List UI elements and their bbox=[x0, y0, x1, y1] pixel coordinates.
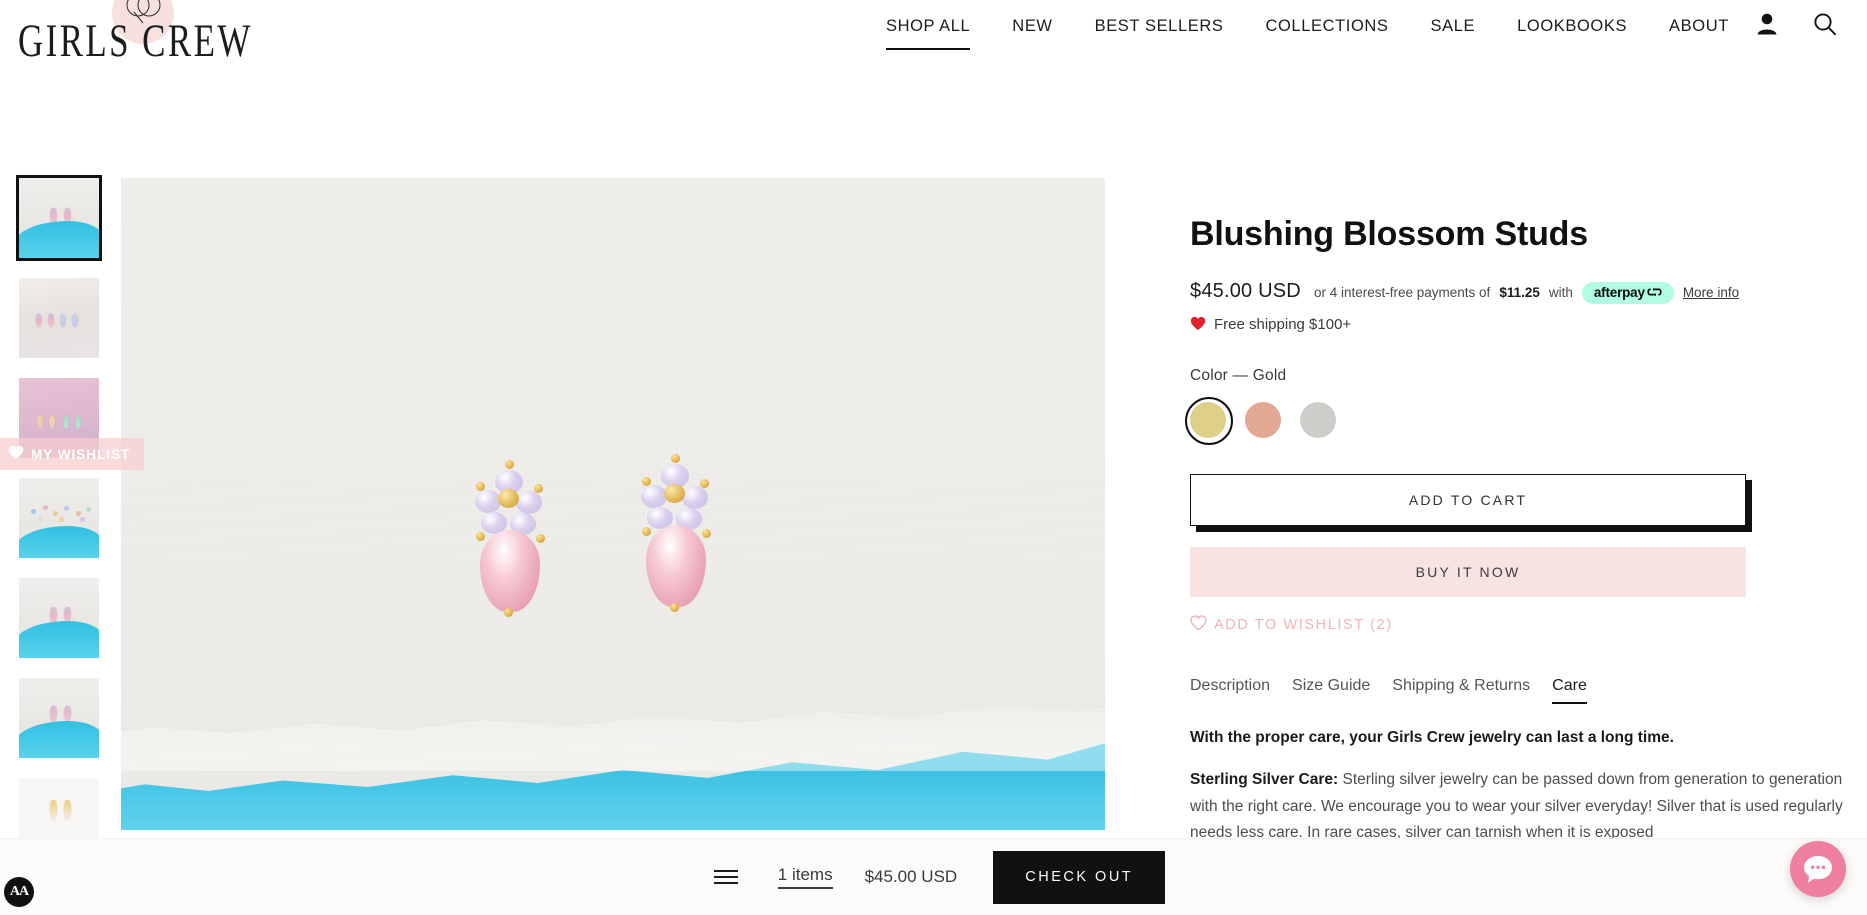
buy-it-now-button[interactable]: BUY IT NOW bbox=[1190, 546, 1746, 597]
chat-bubble-icon bbox=[1804, 856, 1832, 883]
product-price: $45.00 USD bbox=[1190, 280, 1301, 303]
installment-amount: $11.25 bbox=[1499, 285, 1540, 301]
sticky-cart-bar: 1 items $45.00 USD CHECK OUT bbox=[0, 838, 1867, 915]
nav-item-shop-all[interactable]: SHOP ALL bbox=[865, 11, 991, 50]
thumbnail-image bbox=[19, 578, 99, 658]
tab-size-guide[interactable]: Size Guide bbox=[1292, 677, 1370, 704]
hamburger-icon[interactable] bbox=[702, 861, 750, 893]
swatch-gold[interactable] bbox=[1185, 396, 1233, 445]
site-logo[interactable]: GIRLS CREW bbox=[18, 0, 250, 92]
thumbnail-2[interactable] bbox=[19, 278, 99, 358]
site-header: GIRLS CREW SHOP ALL NEW BEST SELLERS COL… bbox=[0, 0, 1867, 108]
chat-widget-button[interactable] bbox=[1790, 841, 1846, 897]
afterpay-badge[interactable]: afterpay bbox=[1581, 281, 1674, 304]
add-to-cart-wrapper: ADD TO CART bbox=[1190, 473, 1752, 532]
care-paragraph: Sterling Silver Care: Sterling silver je… bbox=[1190, 767, 1848, 847]
thumbnail-image bbox=[19, 478, 99, 558]
product-info-panel: Blushing Blossom Studs $45.00 USD or 4 i… bbox=[1185, 215, 1855, 847]
my-wishlist-label: MY WISHLIST bbox=[31, 446, 131, 462]
heart-outline-icon bbox=[1190, 614, 1207, 635]
installments-suffix: with bbox=[1548, 285, 1573, 301]
afterpay-logo-icon bbox=[1647, 287, 1662, 297]
afterpay-line: or 4 interest-free payments of $11.25 wi… bbox=[1313, 281, 1739, 304]
add-to-wishlist-button[interactable]: ADD TO WISHLIST (2) bbox=[1190, 614, 1855, 635]
nav-item-about[interactable]: ABOUT bbox=[1648, 11, 1750, 46]
heart-icon bbox=[8, 445, 24, 463]
thumbnail-1[interactable] bbox=[16, 175, 102, 261]
free-shipping-label: Free shipping $100+ bbox=[1214, 316, 1352, 334]
nav-item-lookbooks[interactable]: LOOKBOOKS bbox=[1496, 11, 1648, 46]
product-main-image[interactable] bbox=[121, 178, 1105, 830]
logo-text: GIRLS CREW bbox=[18, 15, 253, 67]
thumbnail-rail bbox=[16, 175, 102, 878]
thumbnail-6[interactable] bbox=[19, 678, 99, 758]
search-icon[interactable] bbox=[1813, 12, 1837, 36]
heart-icon bbox=[1190, 316, 1206, 334]
tab-panel-care: With the proper care, your Girls Crew je… bbox=[1190, 726, 1848, 847]
color-label: Color — Gold bbox=[1190, 366, 1287, 384]
nav-item-best-sellers[interactable]: BEST SELLERS bbox=[1074, 11, 1245, 46]
nav-item-new[interactable]: NEW bbox=[991, 11, 1073, 46]
checkout-button[interactable]: CHECK OUT bbox=[993, 850, 1166, 904]
tab-description[interactable]: Description bbox=[1190, 677, 1270, 704]
thumbnail-image bbox=[19, 178, 99, 258]
afterpay-label: afterpay bbox=[1593, 284, 1645, 300]
cart-bar-inner: 1 items $45.00 USD CHECK OUT bbox=[702, 850, 1166, 904]
accessibility-widget-button[interactable]: AA bbox=[4, 877, 34, 907]
my-wishlist-tab[interactable]: MY WISHLIST bbox=[0, 438, 145, 470]
nav-item-sale[interactable]: SALE bbox=[1410, 11, 1497, 46]
more-info-link[interactable]: More info bbox=[1683, 285, 1739, 300]
swatch-silver[interactable] bbox=[1300, 401, 1336, 438]
color-swatch-group bbox=[1185, 396, 1855, 445]
wishlist-label: ADD TO WISHLIST (2) bbox=[1214, 616, 1393, 633]
tab-shipping-returns[interactable]: Shipping & Returns bbox=[1392, 677, 1530, 704]
thumbnail-4[interactable] bbox=[19, 478, 99, 558]
cart-total: $45.00 USD bbox=[864, 867, 958, 886]
product-page: GIRLS CREW SHOP ALL NEW BEST SELLERS COL… bbox=[0, 0, 1867, 915]
page-title: Blushing Blossom Studs bbox=[1190, 215, 1588, 253]
free-shipping-note: Free shipping $100+ bbox=[1190, 316, 1855, 334]
cart-items-count[interactable]: 1 items bbox=[777, 865, 833, 889]
header-icon-group bbox=[1756, 12, 1837, 36]
thumbnail-image bbox=[19, 278, 99, 358]
earring-right bbox=[641, 450, 717, 620]
add-to-cart-button[interactable]: ADD TO CART bbox=[1190, 473, 1746, 526]
product-tabs: Description Size Guide Shipping & Return… bbox=[1190, 677, 1855, 704]
care-paragraph-label: Sterling Silver Care: bbox=[1190, 770, 1339, 788]
nav-item-collections[interactable]: COLLECTIONS bbox=[1244, 11, 1409, 46]
installments-prefix: or 4 interest-free payments of bbox=[1313, 285, 1491, 301]
price-row: $45.00 USD or 4 interest-free payments o… bbox=[1190, 280, 1855, 304]
thumbnail-5[interactable] bbox=[19, 578, 99, 658]
account-icon[interactable] bbox=[1756, 12, 1778, 36]
tab-care[interactable]: Care bbox=[1552, 677, 1587, 704]
swatch-rose-gold[interactable] bbox=[1245, 401, 1281, 438]
main-navigation: SHOP ALL NEW BEST SELLERS COLLECTIONS SA… bbox=[865, 6, 1750, 50]
earring-left bbox=[474, 456, 550, 626]
thumbnail-image bbox=[19, 678, 99, 758]
care-lead-text: With the proper care, your Girls Crew je… bbox=[1190, 728, 1674, 746]
